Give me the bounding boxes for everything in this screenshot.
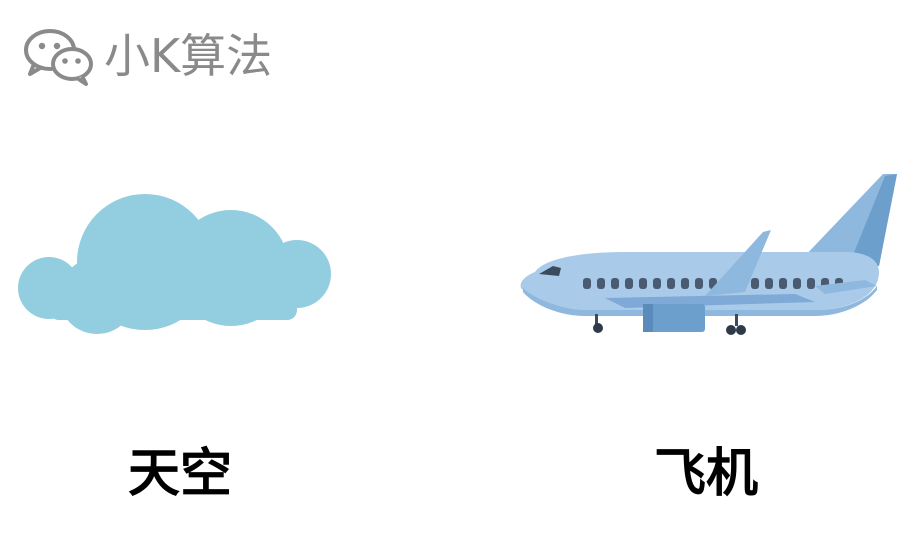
caption-sky: 天空	[128, 444, 233, 504]
brand-name: 小K算法	[104, 29, 273, 83]
airplane-icon	[520, 174, 897, 335]
cloud-icon	[18, 194, 331, 334]
wechat-icon	[24, 29, 93, 86]
caption-airplane: 飞机	[654, 444, 759, 504]
watermark: 小K算法	[22, 26, 272, 86]
